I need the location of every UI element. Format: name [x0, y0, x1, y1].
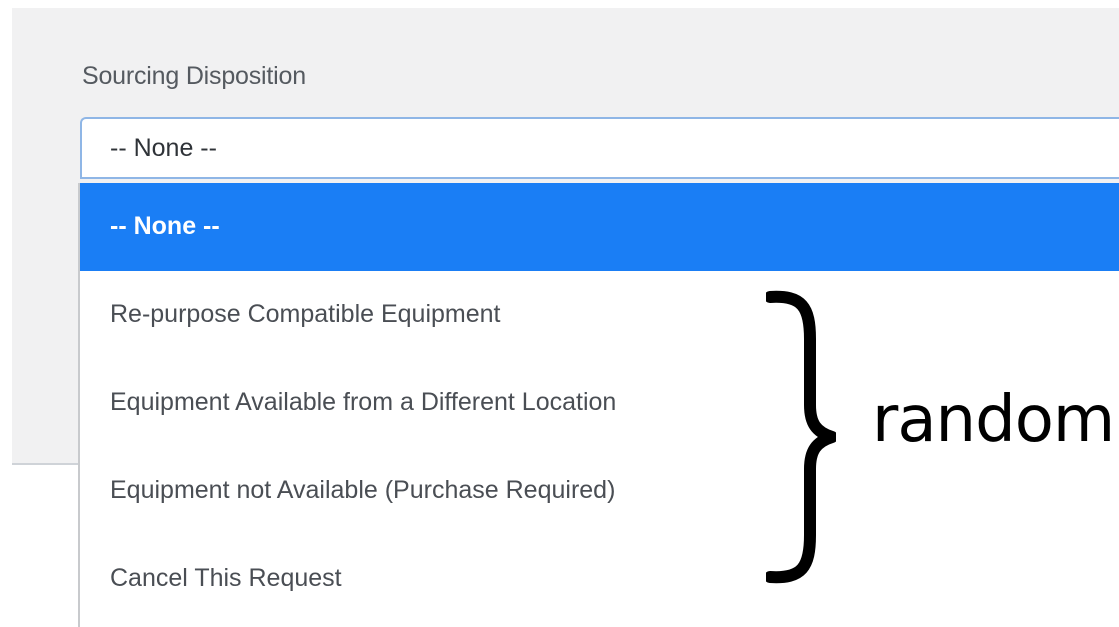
select-current-value: -- None -- [110, 134, 217, 162]
dropdown-option-repurpose[interactable]: Re-purpose Compatible Equipment [80, 271, 1119, 359]
dropdown-option-purchase-required[interactable]: Equipment not Available (Purchase Requir… [80, 447, 1119, 535]
field-label: Sourcing Disposition [82, 62, 306, 90]
dropdown-option-cancel-request[interactable]: Cancel This Request [80, 535, 1119, 623]
annotation-text: random [872, 383, 1115, 457]
curly-brace-annotation [766, 290, 836, 584]
option-label: Equipment Available from a Different Loc… [110, 388, 617, 416]
sourcing-disposition-select[interactable]: -- None -- [80, 117, 1119, 179]
dropdown-option-none[interactable]: -- None -- [80, 183, 1119, 271]
option-label: Equipment not Available (Purchase Requir… [110, 476, 616, 504]
option-label: Cancel This Request [110, 564, 342, 592]
option-label: -- None -- [110, 212, 220, 240]
option-label: Re-purpose Compatible Equipment [110, 300, 501, 328]
